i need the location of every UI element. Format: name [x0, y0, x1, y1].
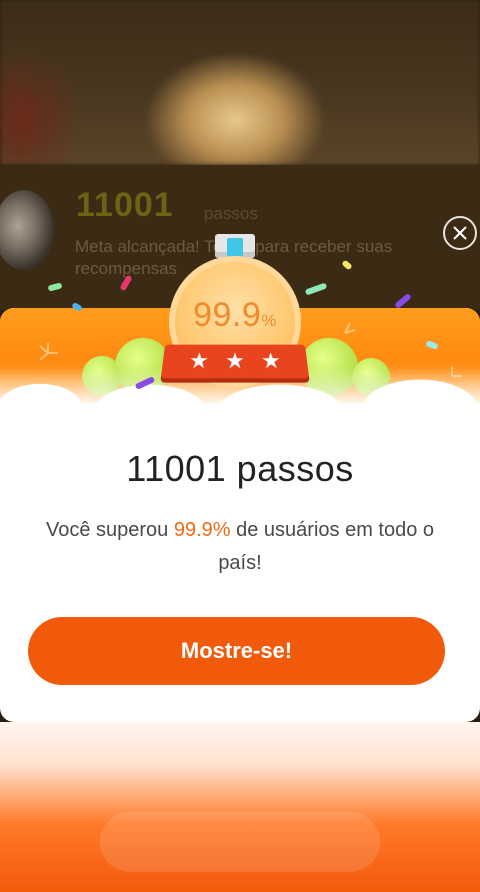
medal-tag-stripe: [227, 238, 243, 258]
background-steps-unit: passos: [204, 204, 258, 223]
close-button[interactable]: [443, 216, 477, 250]
close-icon: [453, 226, 467, 240]
background-bottom-button: [100, 812, 380, 872]
percent-description: Você superou 99.9% de usuários em todo o…: [25, 514, 455, 580]
show-off-button[interactable]: Mostre-se!: [28, 617, 445, 685]
medal-ribbon: ★ ★ ★: [160, 344, 310, 379]
percent-highlight: 99.9%: [173, 519, 231, 541]
desc-before: Você superou: [45, 519, 174, 541]
medal-value: 99.9: [193, 296, 262, 334]
background-steps-value: 11001: [76, 186, 174, 224]
medal-unit: %: [261, 311, 277, 330]
star-icon: ★: [224, 348, 246, 374]
desc-after: de usuários em todo o país!: [218, 519, 435, 574]
star-icon: ★: [188, 348, 210, 374]
background-blur-top: [0, 0, 480, 165]
star-icon: ★: [260, 348, 282, 374]
medal-percent: 99.9%: [169, 296, 301, 335]
steps-title: 11001 passos: [126, 448, 354, 489]
medal: 99.9% ★ ★ ★: [155, 232, 315, 392]
